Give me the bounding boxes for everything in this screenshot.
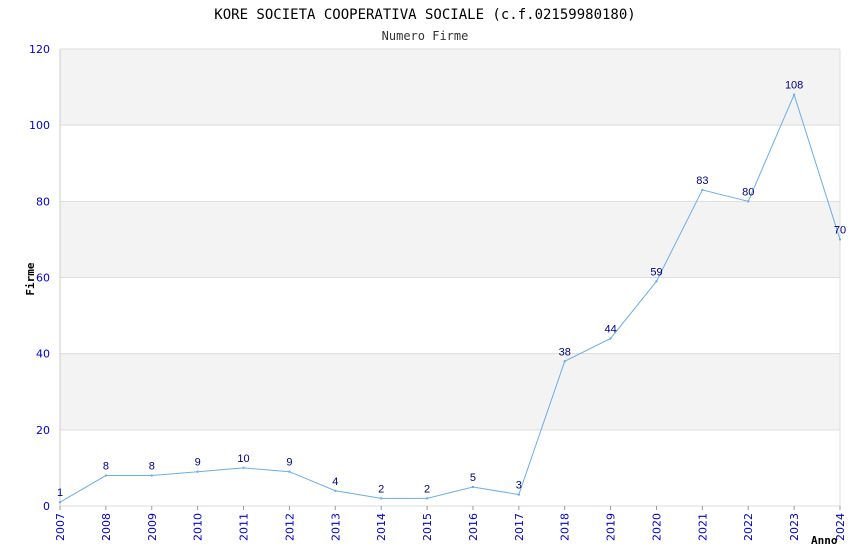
- data-point: [379, 497, 383, 500]
- data-point: [517, 493, 521, 496]
- x-tick-label: 2020: [650, 513, 663, 541]
- data-label: 10: [237, 453, 249, 465]
- x-tick-label: 2023: [788, 513, 801, 541]
- data-point: [425, 497, 429, 500]
- chart-title: KORE SOCIETA COOPERATIVA SOCIALE (c.f.02…: [214, 7, 635, 23]
- x-axis-label: Anno: [811, 534, 838, 547]
- data-label: 59: [650, 266, 662, 278]
- plot-band: [60, 201, 840, 278]
- data-point: [288, 470, 291, 473]
- plot-band: [60, 353, 840, 430]
- x-tick-label: 2012: [283, 513, 296, 541]
- x-tick-label: 2009: [146, 513, 159, 541]
- y-tick-label: 100: [29, 119, 50, 132]
- data-point: [334, 489, 337, 492]
- x-tick-label: 2010: [192, 513, 205, 541]
- x-tick-label: 2022: [742, 513, 755, 541]
- data-label: 83: [696, 175, 708, 187]
- y-tick-label: 60: [36, 272, 50, 285]
- data-point: [792, 93, 796, 96]
- y-tick-label: 80: [36, 195, 50, 208]
- data-label: 9: [286, 457, 292, 469]
- chart-subtitle: Numero Firme: [382, 29, 469, 43]
- y-tick-label: 40: [36, 348, 50, 361]
- data-label: 1: [57, 487, 63, 499]
- x-tick-label: 2021: [696, 513, 709, 541]
- data-label: 8: [103, 461, 109, 473]
- data-label: 2: [378, 483, 384, 495]
- data-point: [196, 470, 199, 473]
- data-point: [609, 337, 612, 340]
- y-tick-label: 0: [43, 500, 50, 513]
- x-tick-label: 2007: [54, 513, 67, 541]
- line-chart: KORE SOCIETA COOPERATIVA SOCIALE (c.f.02…: [24, 7, 847, 547]
- data-point: [242, 466, 245, 470]
- x-tick-label: 2015: [421, 513, 434, 541]
- data-label: 38: [559, 346, 571, 358]
- y-tick-label: 20: [36, 424, 50, 437]
- data-point: [150, 474, 153, 477]
- x-axis: 2007 2008 2009 2010 2011 2012 2013 2014 2015 2016…: [54, 506, 847, 541]
- data-label: 8: [149, 461, 155, 473]
- x-tick-label: 2014: [375, 513, 388, 541]
- x-tick-label: 2016: [467, 513, 480, 541]
- plot-band: [60, 277, 840, 354]
- x-tick-label: 2011: [238, 513, 251, 541]
- data-label: 9: [195, 457, 201, 469]
- data-label: 5: [470, 472, 476, 484]
- data-point: [655, 280, 658, 283]
- plot-band: [60, 429, 840, 506]
- data-point: [58, 500, 62, 504]
- y-axis-label: Firme: [24, 262, 37, 295]
- data-point: [104, 474, 108, 477]
- x-tick-label: 2019: [605, 513, 618, 541]
- x-tick-label: 2013: [329, 513, 342, 541]
- data-label: 2: [424, 483, 430, 495]
- data-label: 108: [785, 80, 803, 92]
- data-point: [563, 360, 566, 363]
- x-tick-label: 2017: [513, 513, 526, 541]
- data-label: 80: [742, 186, 754, 198]
- data-point: [838, 238, 842, 241]
- data-label: 70: [834, 224, 846, 236]
- data-point: [747, 200, 750, 203]
- data-label: 3: [516, 480, 522, 492]
- y-tick-label: 120: [29, 43, 50, 56]
- data-label: 4: [332, 476, 338, 488]
- plot-band: [60, 125, 840, 202]
- x-tick-label: 2018: [559, 513, 572, 541]
- data-point: [701, 188, 704, 192]
- plot-band: [60, 49, 840, 126]
- x-tick-label: 2008: [100, 513, 113, 541]
- data-point: [471, 485, 475, 489]
- data-label: 44: [604, 323, 616, 335]
